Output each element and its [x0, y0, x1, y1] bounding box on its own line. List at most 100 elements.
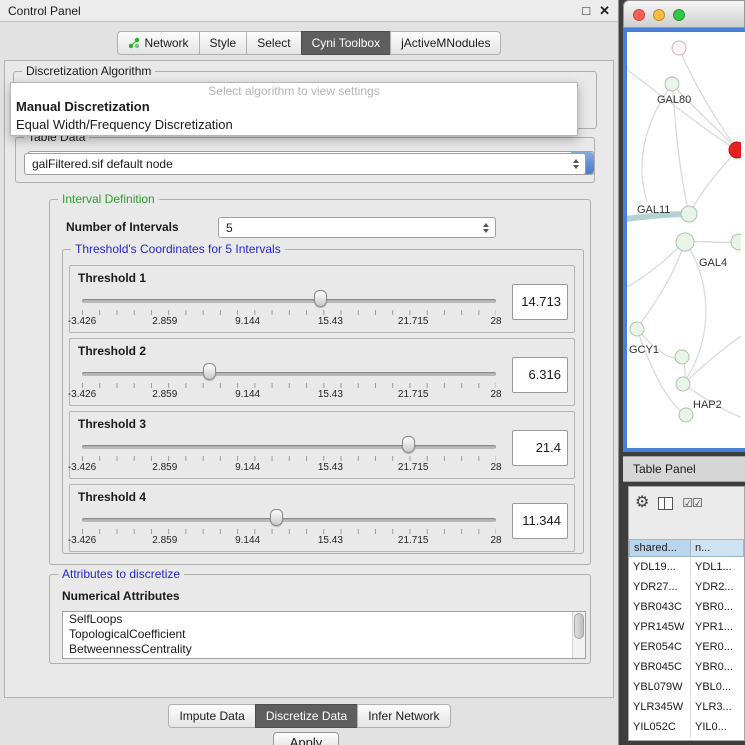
slider-track[interactable] — [82, 445, 496, 449]
network-node[interactable] — [672, 41, 686, 55]
scale-tick-label: -3.426 — [68, 389, 96, 400]
table-row[interactable]: YBR045CYBR0... — [629, 657, 744, 677]
top-tabbar: Network Style Select Cyni Toolbox jActiv… — [0, 31, 618, 55]
float-window-icon[interactable]: □ — [582, 0, 590, 22]
table-data-combobox[interactable]: galFiltered.sif default node — [24, 153, 586, 175]
dropdown-item-manual[interactable]: Manual Discretization — [16, 99, 150, 114]
network-node[interactable] — [675, 350, 689, 364]
scale-tick-label: 21.715 — [398, 389, 429, 400]
table-row[interactable]: YDL19...YDL1... — [629, 557, 744, 577]
scale-tick-label: 15.43 — [318, 462, 343, 473]
spinner-arrows-icon — [573, 159, 579, 169]
network-node[interactable] — [679, 408, 693, 422]
threshold-3-value-field[interactable]: 21.4 — [512, 430, 568, 466]
node-label: GAL4 — [699, 257, 727, 269]
close-traffic-light-icon[interactable] — [633, 9, 645, 21]
node-label: GCY1 — [629, 344, 659, 356]
table-row[interactable]: YBR043CYBR0... — [629, 597, 744, 617]
selected-network-node[interactable] — [729, 142, 741, 158]
attributes-list[interactable]: SelfLoops TopologicalCoefficient Between… — [62, 611, 586, 659]
gear-icon[interactable]: ⚙ — [635, 495, 649, 511]
scale-tick-label: 21.715 — [398, 316, 429, 327]
tab-select[interactable]: Select — [246, 31, 301, 55]
tab-jactivemnodules[interactable]: jActiveMNodules — [390, 31, 501, 55]
network-node[interactable] — [630, 322, 644, 336]
network-node[interactable] — [665, 77, 679, 91]
zoom-traffic-light-icon[interactable] — [673, 9, 685, 21]
tab-style[interactable]: Style — [199, 31, 248, 55]
threshold-4-panel: Threshold 4 -3.426 2.859 9.144 15.43 21.… — [69, 484, 575, 552]
scale-tick-label: 28 — [490, 462, 501, 473]
slider-track[interactable] — [82, 372, 496, 376]
threshold-3-slider[interactable]: -3.426 2.859 9.144 15.43 21.715 28 — [82, 412, 496, 480]
list-item[interactable]: BetweennessCentrality — [63, 642, 585, 657]
threshold-2-slider[interactable]: -3.426 2.859 9.144 15.43 21.715 28 — [82, 339, 496, 407]
threshold-2-value-field[interactable]: 6.316 — [512, 357, 568, 393]
scale-tick-label: 28 — [490, 389, 501, 400]
dropdown-hint: Select algorithm to view settings — [11, 84, 577, 98]
network-node[interactable] — [681, 206, 697, 222]
tab-discretize-data[interactable]: Discretize Data — [255, 704, 358, 728]
list-item[interactable]: SelfLoops — [63, 612, 585, 627]
scale-tick-label: 2.859 — [152, 389, 177, 400]
dropdown-item-equal-width[interactable]: Equal Width/Frequency Discretization — [16, 117, 233, 132]
network-view-window: GAL80 GAL11 GAL4 GCY1 HAP2 — [623, 0, 745, 452]
threshold-4-slider[interactable]: -3.426 2.859 9.144 15.43 21.715 28 — [82, 485, 496, 553]
tab-network[interactable]: Network — [117, 31, 200, 55]
threshold-1-value-field[interactable]: 14.713 — [512, 284, 568, 320]
threshold-1-slider[interactable]: -3.426 2.859 9.144 15.43 21.715 28 — [82, 266, 496, 334]
slider-track[interactable] — [82, 299, 496, 303]
group-title: Threshold's Coordinates for 5 Intervals — [71, 242, 285, 256]
table-panel-header[interactable]: Table Panel — [623, 456, 745, 482]
scrollbar-thumb[interactable] — [574, 613, 584, 639]
scale-tick-label: 9.144 — [235, 316, 260, 327]
list-item[interactable]: TopologicalCoefficient — [63, 627, 585, 642]
number-of-intervals-label: Number of Intervals — [66, 220, 179, 234]
slider-track[interactable] — [82, 518, 496, 522]
slider-ticks — [82, 310, 496, 315]
apply-button[interactable]: Apply — [273, 732, 339, 745]
list-scrollbar[interactable] — [572, 612, 585, 658]
network-window-titlebar[interactable] — [623, 0, 745, 28]
slider-thumb[interactable] — [402, 436, 415, 453]
table-row[interactable]: YIL052CYIL0... — [629, 717, 744, 737]
window-title: Control Panel — [8, 4, 81, 18]
scale-tick-label: 15.43 — [318, 389, 343, 400]
threshold-4-value-field[interactable]: 11.344 — [512, 503, 568, 539]
column-header-name[interactable]: n... — [691, 539, 744, 557]
scale-tick-label: 21.715 — [398, 462, 429, 473]
table-row[interactable]: YDR27...YDR2... — [629, 577, 744, 597]
group-title: Discretization Algorithm — [22, 64, 155, 78]
slider-thumb[interactable] — [314, 290, 327, 307]
scale-tick-label: 21.715 — [398, 535, 429, 546]
network-node[interactable] — [676, 233, 694, 251]
spinner-arrows-icon — [483, 223, 489, 233]
slider-thumb[interactable] — [203, 363, 216, 380]
slider-scale: -3.426 2.859 9.144 15.43 21.715 28 — [82, 535, 496, 547]
select-all-checkbox-icon[interactable]: ☑☑ — [682, 497, 702, 509]
network-node[interactable] — [731, 234, 741, 250]
number-of-intervals-value: 5 — [226, 221, 233, 235]
scale-tick-label: -3.426 — [68, 462, 96, 473]
column-header-shared-name[interactable]: shared... — [629, 539, 691, 557]
slider-thumb[interactable] — [270, 509, 283, 526]
network-canvas[interactable]: GAL80 GAL11 GAL4 GCY1 HAP2 — [623, 28, 745, 452]
columns-icon[interactable] — [658, 497, 673, 510]
table-row[interactable]: YBL079WYBL0... — [629, 677, 744, 697]
table-header-row: shared... n... — [629, 539, 744, 557]
table-row[interactable]: YPR145WYPR1... — [629, 617, 744, 637]
group-title: Attributes to discretize — [58, 567, 184, 581]
close-icon[interactable]: ✕ — [599, 0, 610, 22]
table-row[interactable]: YER054CYER0... — [629, 637, 744, 657]
tab-cyni-toolbox[interactable]: Cyni Toolbox — [301, 31, 391, 55]
numerical-attributes-label: Numerical Attributes — [62, 589, 180, 603]
network-node[interactable] — [676, 377, 690, 391]
slider-scale: -3.426 2.859 9.144 15.43 21.715 28 — [82, 389, 496, 401]
tab-impute-data[interactable]: Impute Data — [168, 704, 255, 728]
tab-infer-network[interactable]: Infer Network — [357, 704, 450, 728]
node-label: GAL11 — [637, 204, 670, 216]
table-row[interactable]: YLR345WYLR3... — [629, 697, 744, 717]
number-of-intervals-combobox[interactable]: 5 — [218, 217, 496, 238]
minimize-traffic-light-icon[interactable] — [653, 9, 665, 21]
algorithm-dropdown-popup: Select algorithm to view settings Manual… — [10, 82, 578, 136]
